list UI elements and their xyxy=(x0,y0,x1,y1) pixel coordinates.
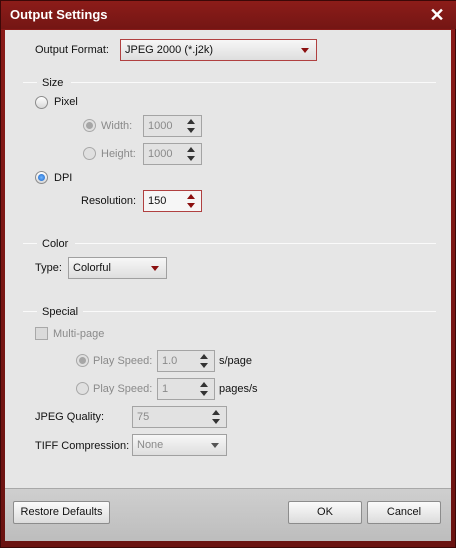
width-label: Width: xyxy=(101,120,133,132)
play-speed-label-1: Play Speed: xyxy=(93,355,153,367)
arrow-up-icon xyxy=(200,354,208,359)
output-settings-dialog: Output Settings ✕ Output Format: JPEG 20… xyxy=(0,0,456,548)
width-radio[interactable] xyxy=(83,119,96,132)
arrow-down-icon xyxy=(212,419,220,424)
ok-button[interactable]: OK xyxy=(288,501,362,524)
dpi-label: DPI xyxy=(54,172,73,184)
play-speed-pps-radio[interactable] xyxy=(76,382,89,395)
play-speed-spp-radio[interactable] xyxy=(76,354,89,367)
arrow-up-icon xyxy=(187,119,195,124)
dialog-footer: Restore Defaults OK Cancel xyxy=(5,488,451,541)
resolution-value: 150 xyxy=(148,195,167,207)
width-value: 1000 xyxy=(148,120,173,132)
resolution-spinner[interactable]: 150 xyxy=(143,190,202,212)
arrow-down-icon xyxy=(200,391,208,396)
size-group-title: Size xyxy=(42,77,64,89)
output-format-label: Output Format: xyxy=(35,44,109,56)
resolution-label: Resolution: xyxy=(81,195,137,207)
color-type-value: Colorful xyxy=(73,262,111,274)
pixel-label: Pixel xyxy=(54,96,78,108)
play-speed-label-2: Play Speed: xyxy=(93,383,153,395)
title-bar[interactable]: Output Settings ✕ xyxy=(1,1,456,29)
size-divider xyxy=(71,82,436,83)
special-divider-left xyxy=(23,311,37,312)
height-value: 1000 xyxy=(148,148,173,160)
chevron-down-icon xyxy=(211,443,219,448)
special-divider xyxy=(83,311,436,312)
color-type-label: Type: xyxy=(35,262,62,274)
restore-defaults-button[interactable]: Restore Defaults xyxy=(13,501,110,524)
output-format-value: JPEG 2000 (*.j2k) xyxy=(125,44,214,56)
output-format-select[interactable]: JPEG 2000 (*.j2k) xyxy=(120,39,317,61)
special-group-title: Special xyxy=(42,306,79,318)
play-speed-spp-spinner[interactable]: 1.0 xyxy=(157,350,215,372)
arrow-up-icon xyxy=(200,382,208,387)
dpi-radio[interactable] xyxy=(35,171,48,184)
arrow-up-icon xyxy=(212,410,220,415)
arrow-down-icon xyxy=(187,203,195,208)
jpeg-quality-spin-buttons[interactable] xyxy=(210,408,224,426)
pixel-radio[interactable] xyxy=(35,96,48,109)
play-speed-value-1: 1.0 xyxy=(162,355,178,367)
height-spin-buttons[interactable] xyxy=(185,145,199,163)
width-spin-buttons[interactable] xyxy=(185,117,199,135)
arrow-down-icon xyxy=(187,128,195,133)
play-speed-pps-spin-buttons[interactable] xyxy=(198,380,212,398)
arrow-down-icon xyxy=(187,156,195,161)
height-label: Height: xyxy=(101,148,136,160)
height-radio[interactable] xyxy=(83,147,96,160)
color-type-select[interactable]: Colorful xyxy=(68,257,167,279)
play-speed-unit-2: pages/s xyxy=(219,383,258,395)
play-speed-unit-1: s/page xyxy=(219,355,253,367)
color-divider xyxy=(75,243,436,244)
multipage-label: Multi-page xyxy=(53,328,105,340)
tiff-compression-select[interactable]: None xyxy=(132,434,227,456)
chevron-down-icon xyxy=(301,48,309,53)
tiff-compression-value: None xyxy=(137,439,164,451)
play-speed-pps-spinner[interactable]: 1 xyxy=(157,378,215,400)
cancel-button[interactable]: Cancel xyxy=(367,501,441,524)
width-spinner[interactable]: 1000 xyxy=(143,115,202,137)
multipage-checkbox[interactable] xyxy=(35,327,48,340)
play-speed-value-2: 1 xyxy=(162,383,169,395)
dialog-title: Output Settings xyxy=(10,7,108,22)
arrow-down-icon xyxy=(200,363,208,368)
dialog-body: Output Format: JPEG 2000 (*.j2k) Size Pi… xyxy=(5,30,451,488)
color-divider-left xyxy=(23,243,37,244)
arrow-up-icon xyxy=(187,194,195,199)
arrow-up-icon xyxy=(187,147,195,152)
chevron-down-icon xyxy=(151,266,159,271)
tiff-compression-label: TIFF Compression: xyxy=(35,440,130,452)
close-icon[interactable]: ✕ xyxy=(427,5,447,25)
jpeg-quality-value: 75 xyxy=(137,411,150,423)
jpeg-quality-label: JPEG Quality: xyxy=(35,411,105,423)
size-divider-left xyxy=(23,82,37,83)
play-speed-spp-spin-buttons[interactable] xyxy=(198,352,212,370)
jpeg-quality-spinner[interactable]: 75 xyxy=(132,406,227,428)
resolution-spin-buttons[interactable] xyxy=(185,192,199,210)
color-group-title: Color xyxy=(42,238,69,250)
height-spinner[interactable]: 1000 xyxy=(143,143,202,165)
